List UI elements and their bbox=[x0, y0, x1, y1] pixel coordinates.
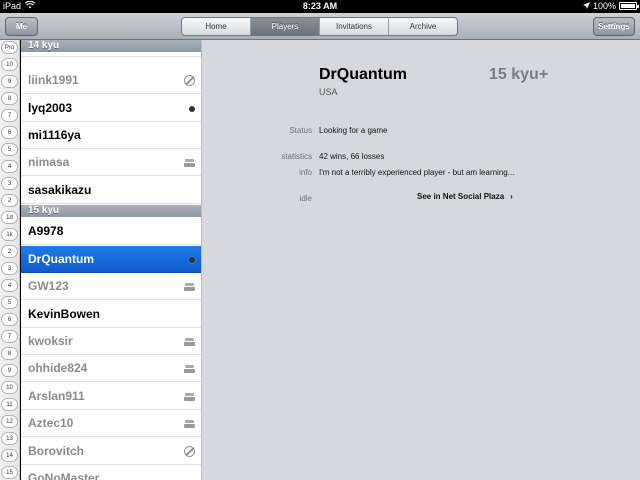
settings-button[interactable]: Settings bbox=[593, 17, 635, 36]
player-name: A9978 bbox=[28, 224, 64, 238]
index-item[interactable]: 8 bbox=[1, 347, 18, 360]
index-item[interactable]: 7 bbox=[1, 330, 18, 343]
index-item[interactable]: 10 bbox=[1, 381, 18, 394]
player-name: GW123 bbox=[28, 279, 69, 293]
statistics-value: 42 wins, 66 losses bbox=[319, 152, 385, 161]
info-label: info bbox=[299, 168, 312, 177]
index-item[interactable]: 4 bbox=[1, 160, 18, 173]
player-name: Arslan911 bbox=[28, 389, 85, 403]
net-social-plaza-link[interactable]: See in Net Social Plaza › bbox=[417, 192, 513, 201]
index-item[interactable]: 7 bbox=[1, 109, 18, 122]
player-row[interactable]: Arslan911 bbox=[21, 383, 201, 410]
player-name: mi1116ya bbox=[28, 128, 81, 142]
section-header-15-kyu: 15 kyu bbox=[21, 205, 201, 217]
player-title: DrQuantum bbox=[319, 66, 407, 83]
player-row[interactable]: ohhide824 bbox=[21, 355, 201, 382]
player-row[interactable]: liink1991 bbox=[21, 67, 201, 94]
block-icon bbox=[184, 75, 195, 86]
player-detail-pane: DrQuantum 15 kyu+ USA Status Looking for… bbox=[201, 40, 640, 480]
index-item[interactable]: 9 bbox=[1, 75, 18, 88]
player-name: Borovitch bbox=[28, 444, 85, 458]
status-label: Status bbox=[289, 126, 312, 135]
player-name: KevinBowen bbox=[28, 307, 101, 321]
player-name: GoNoMaster bbox=[28, 471, 100, 480]
info-value: I'm not a terribly experienced player - … bbox=[319, 168, 515, 177]
board-icon bbox=[184, 419, 195, 428]
index-item[interactable]: 3 bbox=[1, 262, 18, 275]
player-name: sasakikazu bbox=[28, 183, 92, 197]
player-row[interactable]: KevinBowen bbox=[21, 301, 201, 328]
index-item[interactable]: 14 bbox=[1, 449, 18, 462]
tab-segmented-control: Home Players Invitations Archive bbox=[181, 17, 458, 36]
board-icon bbox=[184, 392, 195, 401]
player-rank: 15 kyu+ bbox=[489, 66, 549, 83]
index-item[interactable]: 12 bbox=[1, 415, 18, 428]
tab-invitations[interactable]: Invitations bbox=[320, 18, 389, 35]
board-icon bbox=[184, 158, 195, 167]
battery-icon bbox=[619, 2, 639, 10]
tab-home[interactable]: Home bbox=[182, 18, 251, 35]
location-icon bbox=[582, 1, 590, 11]
section-header-14-kyu: 14 kyu bbox=[21, 40, 201, 52]
status-dot-icon bbox=[189, 256, 195, 263]
player-row[interactable]: Borovitch bbox=[21, 438, 201, 465]
index-item[interactable]: 2 bbox=[1, 245, 18, 258]
status-time: 8:23 AM bbox=[302, 1, 338, 11]
player-name: Aztec10 bbox=[28, 416, 74, 430]
player-row[interactable]: kwoksir bbox=[21, 328, 201, 355]
chevron-right-icon: › bbox=[510, 192, 513, 201]
status-bar: iPad 8:23 AM 100% bbox=[0, 0, 640, 13]
board-icon bbox=[184, 364, 195, 373]
nav-bar: Me Home Players Invitations Archive Sett… bbox=[0, 13, 640, 40]
tab-players[interactable]: Players bbox=[251, 18, 320, 35]
index-item[interactable]: 11 bbox=[1, 398, 18, 411]
link-text: See in Net Social Plaza bbox=[417, 192, 505, 201]
player-row[interactable]: mi1116ya bbox=[21, 122, 201, 149]
player-row[interactable]: GoNoMaster bbox=[21, 465, 201, 480]
statistics-label: statistics bbox=[281, 152, 312, 161]
player-row[interactable]: Aztec10 bbox=[21, 410, 201, 437]
index-item[interactable]: 5 bbox=[1, 296, 18, 309]
board-icon bbox=[184, 337, 195, 346]
player-name: kwoksir bbox=[28, 334, 73, 348]
player-row-selected[interactable]: DrQuantum bbox=[21, 246, 201, 273]
index-item[interactable]: 6 bbox=[1, 126, 18, 139]
index-item[interactable]: 1k bbox=[1, 228, 18, 241]
player-name: nimasa bbox=[28, 155, 70, 169]
index-item[interactable]: 1d bbox=[1, 211, 18, 224]
board-icon bbox=[184, 282, 195, 291]
status-dot-icon bbox=[189, 105, 195, 112]
player-row[interactable]: sasakikazu bbox=[21, 177, 201, 204]
status-value: Looking for a game bbox=[319, 126, 388, 135]
player-name: ohhide824 bbox=[28, 361, 88, 375]
player-row[interactable]: A9978 bbox=[21, 218, 201, 245]
index-item[interactable]: 3 bbox=[1, 177, 18, 190]
rank-index: Pro 10 9 8 7 6 5 4 3 2 1d 1k 2 3 4 5 6 7… bbox=[0, 40, 20, 480]
index-item[interactable]: 4 bbox=[1, 279, 18, 292]
player-row[interactable]: nimasa bbox=[21, 149, 201, 176]
index-item[interactable]: 2 bbox=[1, 194, 18, 207]
player-name: liink1991 bbox=[28, 73, 79, 87]
block-icon bbox=[184, 446, 195, 457]
status-right: 100% bbox=[582, 1, 639, 11]
index-item[interactable]: 13 bbox=[1, 432, 18, 445]
tab-archive[interactable]: Archive bbox=[389, 18, 457, 35]
battery-percent: 100% bbox=[592, 1, 616, 11]
index-item[interactable]: 8 bbox=[1, 92, 18, 105]
player-list: kaaunuhu 14 kyu liink1991 lyq2003 mi1116… bbox=[21, 40, 201, 480]
index-item[interactable]: Pro bbox=[1, 41, 18, 54]
idle-label: idle bbox=[299, 194, 312, 203]
player-row[interactable]: lyq2003 bbox=[21, 95, 201, 122]
player-name: lyq2003 bbox=[28, 101, 73, 115]
player-name: DrQuantum bbox=[28, 252, 94, 266]
player-country: USA bbox=[319, 87, 338, 97]
index-item[interactable]: 10 bbox=[1, 58, 18, 71]
player-row[interactable]: GW123 bbox=[21, 273, 201, 300]
index-item[interactable]: 9 bbox=[1, 364, 18, 377]
index-item[interactable]: 15 bbox=[1, 466, 18, 479]
index-item[interactable]: 6 bbox=[1, 313, 18, 326]
index-item[interactable]: 5 bbox=[1, 143, 18, 156]
me-button[interactable]: Me bbox=[5, 17, 38, 36]
